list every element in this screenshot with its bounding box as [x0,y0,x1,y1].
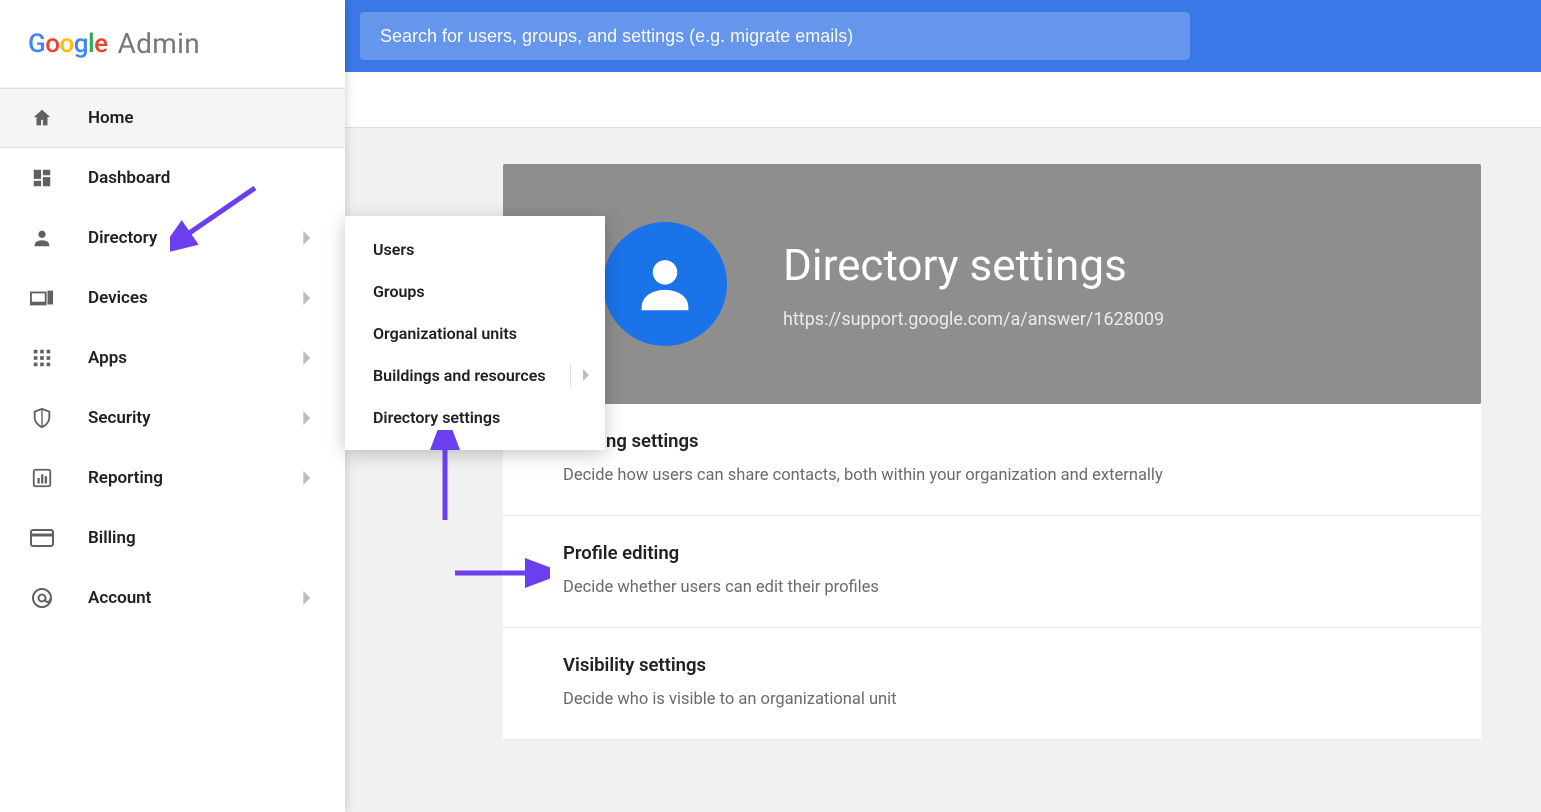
chevron-right-icon [303,291,313,305]
sidebar-item-label: Account [88,588,151,608]
directory-submenu: Users Groups Organizational units Buildi… [345,216,605,450]
brand-admin-label: Admin [118,27,200,60]
sidebar-item-label: Billing [88,528,136,548]
dashboard-icon [30,166,54,190]
sub-header-bar [345,72,1541,128]
nav: Home Dashboard Directory Devices [0,88,345,628]
page-hero: Directory settings https://support.googl… [503,164,1481,404]
google-logo: Google [28,29,108,59]
apps-icon [30,346,54,370]
sidebar-item-label: Dashboard [88,168,170,188]
sidebar-item-reporting[interactable]: Reporting [0,448,345,508]
section-title: Profile editing [563,542,1421,564]
section-sharing[interactable]: Sharing settings Decide how users can sh… [503,404,1481,516]
section-visibility[interactable]: Visibility settings Decide who is visibl… [503,628,1481,740]
submenu-item-label: Users [373,240,414,259]
shield-icon [30,406,54,430]
chevron-right-icon [583,369,591,381]
page-title: Directory settings [783,239,1164,291]
sidebar-item-label: Apps [88,348,127,368]
at-icon [30,586,54,610]
sidebar-item-account[interactable]: Account [0,568,345,628]
directory-avatar [603,222,727,346]
section-profile-editing[interactable]: Profile editing Decide whether users can… [503,516,1481,628]
section-desc: Decide how users can share contacts, bot… [563,466,1421,485]
card-icon [30,526,54,550]
submenu-item-org-units[interactable]: Organizational units [345,312,605,354]
chevron-right-icon [303,231,313,245]
help-link[interactable]: https://support.google.com/a/answer/1628… [783,309,1164,330]
divider [570,364,571,386]
settings-sections: Sharing settings Decide how users can sh… [503,404,1481,740]
devices-icon [30,286,54,310]
person-icon [30,226,54,250]
sidebar-item-label: Security [88,408,151,428]
sidebar-item-label: Reporting [88,468,163,488]
submenu-item-groups[interactable]: Groups [345,270,605,312]
person-icon [630,249,700,319]
sidebar-item-security[interactable]: Security [0,388,345,448]
submenu-item-label: Groups [373,282,425,301]
brand[interactable]: Google Admin [0,0,345,88]
chevron-right-icon [303,471,313,485]
section-desc: Decide whether users can edit their prof… [563,578,1421,597]
chevron-right-icon [303,351,313,365]
submenu-item-buildings[interactable]: Buildings and resources [345,354,605,396]
sidebar-item-devices[interactable]: Devices [0,268,345,328]
submenu-item-directory-settings[interactable]: Directory settings [345,396,605,438]
search-box[interactable] [360,12,1190,60]
sidebar-item-label: Home [88,108,134,128]
sidebar-item-directory[interactable]: Directory [0,208,345,268]
section-title: Sharing settings [563,430,1421,452]
search-input[interactable] [380,26,1170,47]
submenu-item-label: Buildings and resources [373,366,546,385]
submenu-item-label: Organizational units [373,324,517,343]
sidebar-item-label: Devices [88,288,148,308]
sidebar-item-dashboard[interactable]: Dashboard [0,148,345,208]
sidebar-item-billing[interactable]: Billing [0,508,345,568]
section-desc: Decide who is visible to an organization… [563,690,1421,709]
chart-icon [30,466,54,490]
sidebar: Google Admin Home Dashboard Directory [0,0,345,812]
home-icon [30,106,54,130]
section-title: Visibility settings [563,654,1421,676]
submenu-item-users[interactable]: Users [345,228,605,270]
chevron-right-icon [303,591,313,605]
sidebar-item-apps[interactable]: Apps [0,328,345,388]
submenu-item-label: Directory settings [373,408,500,427]
chevron-right-icon [303,411,313,425]
sidebar-item-home[interactable]: Home [0,88,345,148]
sidebar-item-label: Directory [88,228,157,248]
